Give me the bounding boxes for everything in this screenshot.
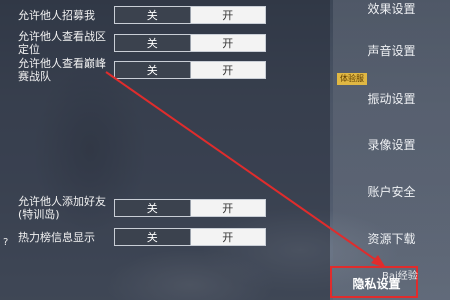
toggle-off-button[interactable]: 关 [115, 7, 191, 23]
toggle-add-friend[interactable]: 关 开 [114, 199, 266, 217]
row-label: 允许他人查看巅峰赛战队 [18, 57, 106, 83]
row-add-friend: 允许他人添加好友(特训岛) 关 开 [18, 195, 266, 221]
toggle-off-button[interactable]: 关 [115, 229, 191, 245]
toggle-view-region[interactable]: 关 开 [114, 34, 266, 52]
row-view-region: 允许他人查看战区定位 关 开 [18, 30, 266, 56]
toggle-on-button[interactable]: 开 [190, 35, 265, 51]
row-allow-recruit: 允许他人招募我 关 开 [18, 6, 266, 24]
toggle-on-button[interactable]: 开 [190, 62, 265, 78]
toggle-view-peak-team[interactable]: 关 开 [114, 61, 266, 79]
row-label: 热力榜信息显示 [18, 230, 95, 244]
toggle-on-button[interactable]: 开 [190, 7, 265, 23]
row-label: 允许他人添加好友(特训岛) [18, 195, 106, 221]
row-heat-list: 热力榜信息显示 关 开 [18, 228, 266, 246]
toggle-allow-recruit[interactable]: 关 开 [114, 6, 266, 24]
toggle-off-button[interactable]: 关 [115, 62, 191, 78]
sidebar-item-replay[interactable]: 录像设置 [333, 136, 450, 153]
toggle-heat-list[interactable]: 关 开 [114, 228, 266, 246]
sidebar-item-effects[interactable]: 效果设置 [333, 0, 450, 17]
toggle-off-button[interactable]: 关 [115, 35, 191, 51]
toggle-on-button[interactable]: 开 [190, 200, 265, 216]
row-view-peak-team: 允许他人查看巅峰赛战队 关 开 [18, 57, 266, 83]
help-icon[interactable]: ? [3, 237, 13, 249]
row-label: 允许他人招募我 [18, 8, 95, 22]
sidebar-item-account-security[interactable]: 账户安全 [333, 183, 450, 200]
sidebar-item-vibration[interactable]: 振动设置 [333, 90, 450, 107]
settings-sidebar: 效果设置 声音设置 振动设置 录像设置 账户安全 资源下载 隐私设置 [333, 0, 450, 300]
toggle-off-button[interactable]: 关 [115, 200, 191, 216]
sidebar-item-resource-download[interactable]: 资源下载 [333, 230, 450, 247]
trial-server-badge: 体验服 [337, 73, 367, 85]
toggle-on-button[interactable]: 开 [190, 229, 265, 245]
row-label: 允许他人查看战区定位 [18, 30, 106, 56]
sidebar-item-sound[interactable]: 声音设置 [333, 42, 450, 59]
privacy-settings-panel: 允许他人招募我 关 开 允许他人查看战区定位 关 开 允许他人查看巅峰赛战队 关… [0, 0, 330, 300]
watermark: Bai经验 [382, 271, 418, 282]
